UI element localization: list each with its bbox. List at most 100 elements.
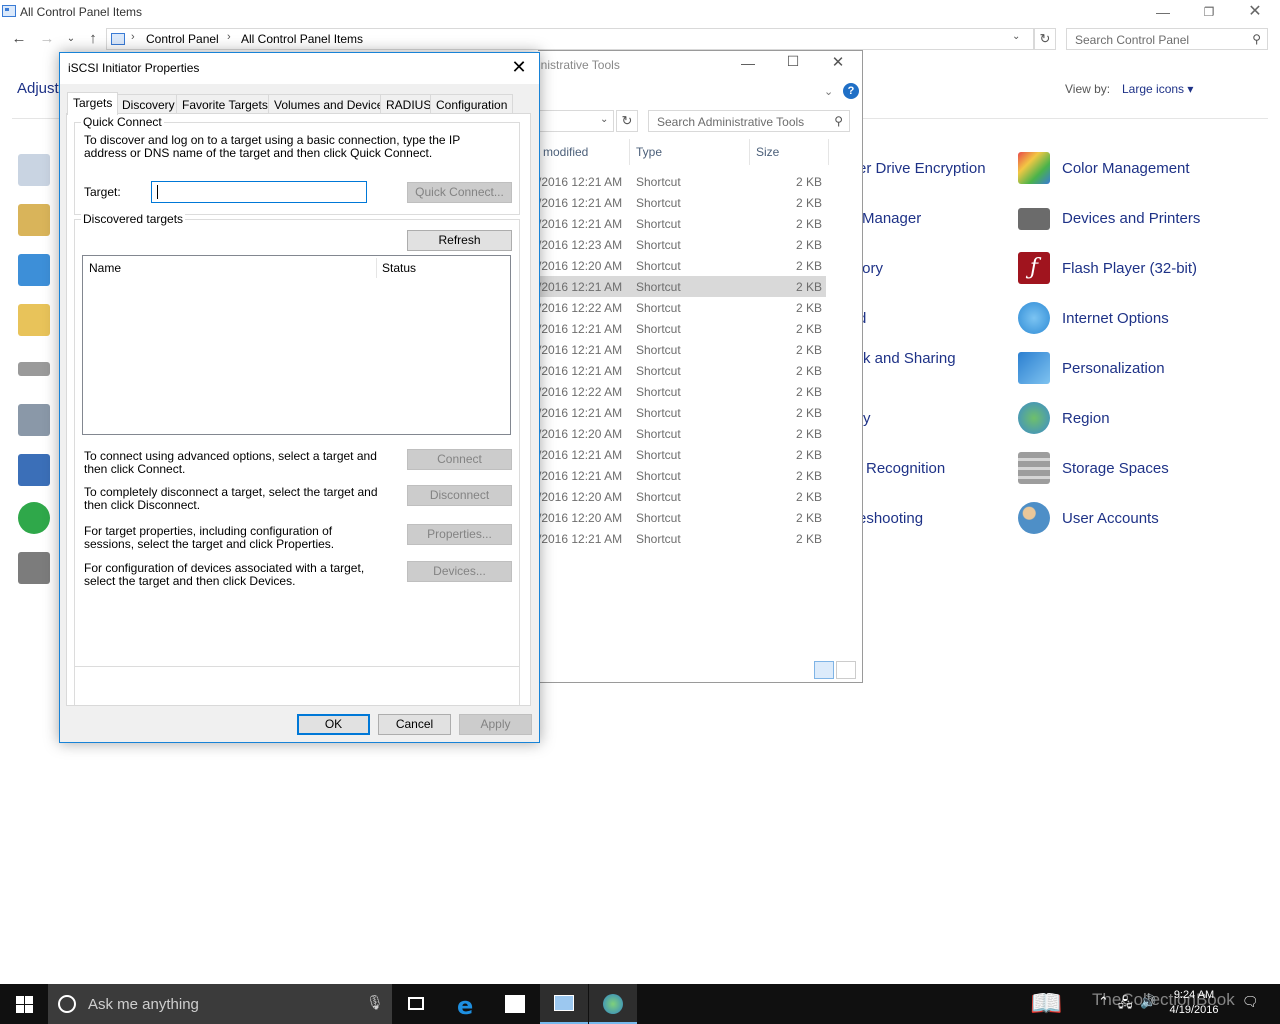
control-panel-taskbar-button[interactable] — [540, 984, 588, 1024]
cp-item-storage-spaces[interactable]: Storage Spaces — [1018, 452, 1268, 486]
address-bar[interactable]: › Control Panel › All Control Panel Item… — [106, 28, 1034, 50]
backup-icon[interactable] — [18, 204, 50, 236]
column-separator[interactable] — [376, 258, 377, 278]
restore-button[interactable]: ❐ — [1186, 0, 1232, 26]
file-row[interactable]: /2016 12:21 AM Shortcut 2 KB — [538, 213, 826, 234]
details-view-icon[interactable] — [814, 661, 834, 679]
column-separator[interactable] — [749, 139, 750, 165]
display-icon[interactable] — [18, 254, 50, 286]
address-dropdown-icon[interactable]: ⌄ — [1012, 31, 1020, 42]
cp-item-color-management[interactable]: Color Management — [1018, 152, 1268, 186]
file-row[interactable]: /2016 12:22 AM Shortcut 2 KB — [538, 297, 826, 318]
discovered-targets-list[interactable]: Name Status — [82, 255, 511, 435]
file-row[interactable]: /2016 12:21 AM Shortcut 2 KB — [538, 444, 826, 465]
sync-center-icon[interactable] — [18, 502, 50, 534]
up-arrow-icon[interactable]: ↑ — [82, 28, 104, 50]
tab-targets[interactable]: Targets — [67, 92, 119, 115]
minimize-button[interactable]: — — [1140, 0, 1186, 26]
close-button[interactable]: ✕ — [1232, 0, 1278, 26]
file-row[interactable]: /2016 12:21 AM Shortcut 2 KB — [538, 528, 826, 549]
ribbon-expand-chevron-icon[interactable]: ⌄ — [824, 85, 833, 98]
column-header-name[interactable]: Name — [89, 261, 121, 275]
control-panel-search-input[interactable]: Search Control Panel ⚲ — [1066, 28, 1268, 50]
tab-discovery[interactable]: Discovery — [116, 94, 181, 114]
admin-refresh-icon[interactable]: ↻ — [616, 110, 638, 132]
admin-search-input[interactable]: Search Administrative Tools ⚲ — [648, 110, 850, 132]
show-hidden-icons-icon[interactable]: ⌃ — [1098, 994, 1109, 1010]
breadcrumb-control-panel[interactable]: Control Panel — [146, 32, 219, 46]
file-row[interactable]: /2016 12:21 AM Shortcut 2 KB — [538, 465, 826, 486]
task-view-button[interactable] — [392, 984, 440, 1024]
cp-item-internet-options[interactable]: Internet Options — [1018, 302, 1268, 336]
clock[interactable]: 9:24 AM 4/19/2016 — [1164, 988, 1224, 1018]
column-header-status[interactable]: Status — [382, 261, 416, 275]
target-input[interactable] — [151, 181, 367, 203]
devices-button[interactable]: Devices... — [407, 561, 512, 582]
edge-button[interactable]: e — [443, 984, 491, 1024]
file-row[interactable]: /2016 12:23 AM Shortcut 2 KB — [538, 234, 826, 255]
column-separator[interactable] — [828, 139, 829, 165]
admin-minimize-button[interactable]: — — [733, 55, 763, 71]
notifications-icon[interactable]: 🗨 — [1242, 994, 1259, 1010]
back-arrow-icon[interactable]: ← — [8, 28, 30, 50]
cp-item-flash-player[interactable]: ƒ Flash Player (32-bit) — [1018, 252, 1268, 286]
apply-button[interactable]: Apply — [459, 714, 532, 735]
file-row[interactable]: /2016 12:21 AM Shortcut 2 KB — [538, 276, 826, 297]
dialog-close-icon[interactable]: ✕ — [507, 57, 531, 78]
middle-item-6[interactable]: Recognition — [866, 460, 945, 477]
cancel-button[interactable]: Cancel — [378, 714, 451, 735]
view-by-dropdown[interactable]: Large icons ▾ — [1122, 82, 1193, 96]
cp-item-user-accounts[interactable]: User Accounts — [1018, 502, 1268, 536]
file-row[interactable]: /2016 12:20 AM Shortcut 2 KB — [538, 507, 826, 528]
admin-close-button[interactable]: ✕ — [823, 53, 853, 71]
file-row[interactable]: /2016 12:21 AM Shortcut 2 KB — [538, 318, 826, 339]
file-row[interactable]: /2016 12:21 AM Shortcut 2 KB — [538, 339, 826, 360]
column-header-modified[interactable]: modified — [543, 145, 588, 159]
keyboard-icon[interactable] — [18, 362, 50, 376]
file-row[interactable]: /2016 12:21 AM Shortcut 2 KB — [538, 360, 826, 381]
tab-radius[interactable]: RADIUS — [380, 94, 438, 114]
column-header-size[interactable]: Size — [756, 145, 779, 159]
help-icon[interactable]: ? — [843, 83, 859, 99]
volume-icon[interactable]: 🔊 — [1140, 994, 1156, 1010]
admin-address-bar[interactable]: ⌄ — [538, 110, 614, 132]
tab-volumes-devices[interactable]: Volumes and Devices — [268, 94, 396, 114]
properties-button[interactable]: Properties... — [407, 524, 512, 545]
firewall-icon[interactable] — [18, 552, 50, 584]
middle-item-0[interactable]: er Drive Encryption — [858, 160, 986, 177]
refresh-button[interactable]: Refresh — [407, 230, 512, 251]
store-button[interactable] — [491, 984, 539, 1024]
middle-item-4[interactable]: rk and Sharing — [858, 350, 956, 367]
file-row[interactable]: /2016 12:22 AM Shortcut 2 KB — [538, 381, 826, 402]
cp-item-region[interactable]: Region — [1018, 402, 1268, 436]
middle-item-7[interactable]: eshooting — [858, 510, 923, 527]
disconnect-button[interactable]: Disconnect — [407, 485, 512, 506]
remote-app-icon[interactable] — [18, 454, 50, 486]
microphone-icon[interactable]: 🎙 — [366, 994, 384, 1011]
action-center-icon[interactable] — [18, 154, 50, 186]
iscsi-taskbar-button[interactable] — [589, 984, 637, 1024]
connect-button[interactable]: Connect — [407, 449, 512, 470]
file-row[interactable]: /2016 12:21 AM Shortcut 2 KB — [538, 192, 826, 213]
start-button[interactable] — [0, 984, 48, 1024]
middle-item-1[interactable]: Manager — [862, 210, 921, 227]
forward-arrow-icon[interactable]: → — [36, 28, 58, 50]
phone-modem-icon[interactable] — [18, 404, 50, 436]
address-dropdown-icon[interactable]: ⌄ — [600, 114, 608, 125]
ok-button[interactable]: OK — [297, 714, 370, 735]
file-row[interactable]: /2016 12:21 AM Shortcut 2 KB — [538, 171, 826, 192]
file-row[interactable]: /2016 12:20 AM Shortcut 2 KB — [538, 423, 826, 444]
large-icons-view-icon[interactable] — [836, 661, 856, 679]
quick-connect-button[interactable]: Quick Connect... — [407, 182, 512, 203]
tab-favorite-targets[interactable]: Favorite Targets — [176, 94, 274, 114]
network-icon[interactable]: 🖧 — [1118, 994, 1133, 1016]
column-header-type[interactable]: Type — [636, 145, 662, 159]
breadcrumb-all-items[interactable]: All Control Panel Items — [241, 32, 363, 46]
cp-item-personalization[interactable]: Personalization — [1018, 352, 1268, 386]
fonts-icon[interactable] — [18, 304, 50, 336]
column-separator[interactable] — [629, 139, 630, 165]
tab-configuration[interactable]: Configuration — [430, 94, 514, 114]
file-row[interactable]: /2016 12:20 AM Shortcut 2 KB — [538, 255, 826, 276]
cortana-search-box[interactable]: Ask me anything 🎙 — [48, 984, 392, 1024]
admin-maximize-button[interactable]: ☐ — [778, 53, 808, 70]
